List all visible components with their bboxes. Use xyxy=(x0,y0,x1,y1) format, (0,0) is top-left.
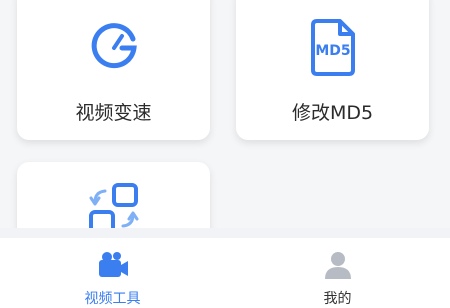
md5-file-icon: MD5 xyxy=(310,19,355,76)
video-camera-icon xyxy=(98,252,128,277)
speedometer-icon xyxy=(91,23,137,69)
convert-swap-icon xyxy=(88,183,138,228)
tool-card-video-speed[interactable]: 视频变速 xyxy=(17,0,210,140)
tab-label: 视频工具 xyxy=(84,291,141,307)
svg-text:MD5: MD5 xyxy=(315,43,350,59)
tab-label: 我的 xyxy=(323,291,352,307)
bottom-tab-bar: 视频工具 我的 xyxy=(0,238,450,308)
tab-video-tools[interactable]: 视频工具 xyxy=(0,238,225,308)
tool-card-convert[interactable] xyxy=(17,162,210,228)
tool-card-label: 修改MD5 xyxy=(291,102,374,124)
user-icon xyxy=(324,252,351,279)
tool-card-label: 视频变速 xyxy=(75,102,152,124)
tab-mine[interactable]: 我的 xyxy=(225,238,450,308)
tabbar-divider xyxy=(0,228,450,238)
tool-grid: 视频变速 MD5 修改MD5 xyxy=(0,0,450,228)
tool-card-modify-md5[interactable]: MD5 修改MD5 xyxy=(236,0,429,140)
